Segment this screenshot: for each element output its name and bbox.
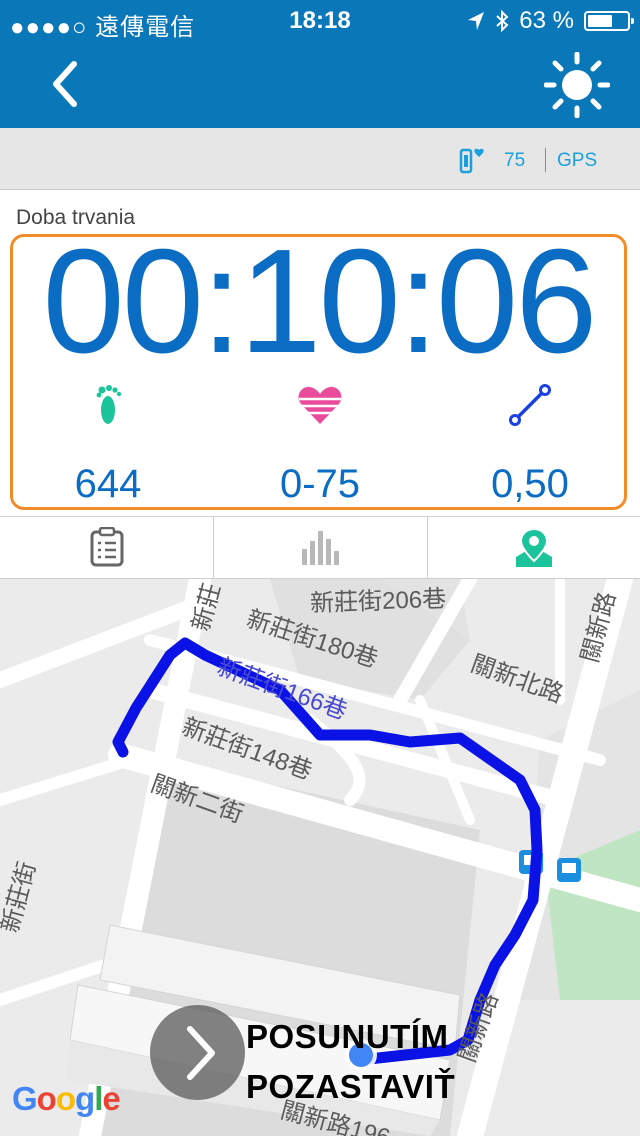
slide-to-pause-handle[interactable] xyxy=(150,1005,245,1100)
slide-label-line2: POZASTAVIŤ xyxy=(246,1068,456,1105)
battery-icon xyxy=(584,11,634,31)
tab-map[interactable] xyxy=(427,517,640,578)
google-logo-letter: e xyxy=(102,1080,120,1117)
map-label: 新莊街206巷 xyxy=(309,585,447,618)
status-right: 63 % xyxy=(467,7,634,35)
battery-percent: 63 % xyxy=(519,7,574,34)
slide-label-line1: POSUNUTÍM xyxy=(246,1018,449,1055)
google-logo: Google xyxy=(12,1080,121,1118)
clipboard-list-icon xyxy=(90,527,123,567)
view-tabs xyxy=(0,516,640,579)
sun-icon[interactable] xyxy=(544,52,610,118)
google-logo-letter: G xyxy=(12,1080,38,1117)
divider xyxy=(545,148,546,172)
distance-icon xyxy=(509,384,551,426)
gps-label: GPS xyxy=(557,150,598,171)
tab-charts[interactable] xyxy=(213,517,428,578)
google-logo-letter: o xyxy=(55,1080,76,1117)
bar-chart-icon xyxy=(302,531,339,565)
google-logo-letter: g xyxy=(75,1080,95,1117)
heart-zone-value: 0-75 xyxy=(279,462,361,506)
slide-to-pause-label: POSUNUTÍM POZASTAVIŤ xyxy=(246,1012,455,1112)
status-bar: ●●●●○ 遠傳電信 18:18 63 % xyxy=(0,0,640,42)
tab-summary[interactable] xyxy=(0,517,214,578)
chevron-right-icon xyxy=(187,1026,215,1080)
watch-heart-icon xyxy=(459,148,484,174)
bluetooth-icon xyxy=(496,10,509,32)
duration-timer: 00:10:06 xyxy=(42,219,597,384)
steps-value: 644 xyxy=(74,462,142,506)
distance-value: 0,50 xyxy=(491,462,569,506)
sensor-info-bar: 75 GPS xyxy=(0,128,640,190)
footprint-icon xyxy=(96,385,122,424)
google-logo-letter: o xyxy=(36,1080,57,1117)
location-arrow-icon xyxy=(468,12,485,30)
google-logo-letter: l xyxy=(94,1080,103,1117)
map-pin-icon xyxy=(515,527,552,567)
heart-rate-value: 75 xyxy=(504,150,526,171)
heart-zone-icon xyxy=(298,386,342,424)
top-nav-bar xyxy=(0,42,640,128)
google-logo-text: Google xyxy=(12,1080,121,1118)
chevron-left-icon[interactable] xyxy=(40,56,96,112)
battery-fill xyxy=(588,15,612,27)
